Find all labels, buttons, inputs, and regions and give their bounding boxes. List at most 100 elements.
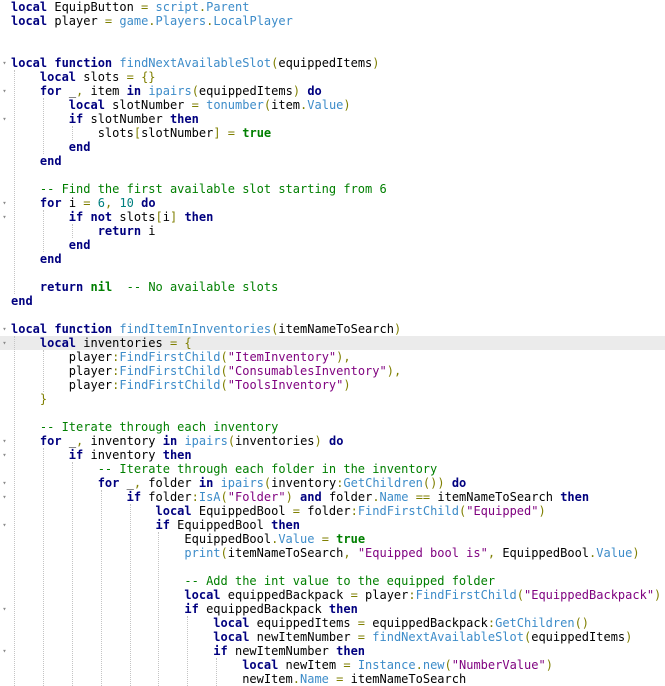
fold-toggle-icon[interactable]: ▾: [0, 644, 9, 658]
code-token: local: [68, 98, 105, 112]
fold-toggle-icon[interactable]: ▾: [0, 56, 9, 70]
code-token: if: [68, 448, 84, 462]
code-text: for _, folder in ipairs(inventory:GetChi…: [11, 476, 467, 490]
code-editor[interactable]: local EquipButton = script.Parent local p…: [0, 0, 665, 686]
fold-toggle-icon[interactable]: ▾: [0, 490, 9, 504]
code-token: ()): [422, 476, 445, 490]
fold-toggle-icon[interactable]: ▾: [0, 196, 9, 210]
code-line[interactable]: end: [0, 140, 665, 154]
code-line[interactable]: ▾ local inventories = {: [0, 336, 665, 350]
code-line[interactable]: local slotNumber = tonumber(item.Value): [0, 98, 665, 112]
code-line[interactable]: return nil -- No available slots: [0, 280, 665, 294]
code-line[interactable]: end: [0, 294, 665, 308]
code-line[interactable]: return i: [0, 224, 665, 238]
fold-toggle-icon[interactable]: ▾: [0, 518, 9, 532]
code-line[interactable]: }: [0, 392, 665, 406]
code-line[interactable]: player:FindFirstChild("ToolsInventory"): [0, 378, 665, 392]
code-token: then: [560, 490, 590, 504]
fold-toggle-icon[interactable]: ▾: [0, 476, 9, 490]
code-token: Value: [307, 98, 344, 112]
code-token: inventories: [76, 336, 170, 350]
code-line[interactable]: [0, 406, 665, 420]
code-line[interactable]: [0, 266, 665, 280]
indent-guide: [100, 490, 102, 686]
code-line[interactable]: end: [0, 238, 665, 252]
code-line[interactable]: local player = game.Players.LocalPlayer: [0, 14, 665, 28]
code-line[interactable]: ▾ for _, folder in ipairs(inventory:GetC…: [0, 476, 665, 490]
code-line[interactable]: ▾ for _, item in ipairs(equippedItems) d…: [0, 84, 665, 98]
indent-guide: [14, 336, 15, 686]
code-line[interactable]: player:FindFirstChild("ConsumablesInvent…: [0, 364, 665, 378]
code-token: nil: [90, 280, 113, 294]
code-token: equippedItems: [531, 630, 626, 644]
code-line[interactable]: end: [0, 252, 665, 266]
code-token: do: [141, 196, 156, 210]
code-token: FindFirstChild: [119, 364, 221, 378]
fold-toggle-icon[interactable]: ▾: [0, 84, 9, 98]
code-line[interactable]: ▾ local function findNextAvailableSlot(eq…: [0, 56, 665, 70]
code-token: GetChildren: [343, 476, 423, 490]
code-line[interactable]: local slots = {}: [0, 70, 665, 84]
code-token: ): [632, 546, 640, 560]
fold-toggle-icon[interactable]: ▾: [0, 210, 9, 224]
fold-toggle-icon[interactable]: ▾: [0, 602, 9, 616]
code-token: (: [220, 378, 228, 392]
code-token: "NumberValue": [451, 658, 546, 672]
code-line[interactable]: end: [0, 154, 665, 168]
code-token: ==: [415, 490, 431, 504]
code-line[interactable]: ▾ for _, inventory in ipairs(inventories…: [0, 434, 665, 448]
code-text: local EquipButton = script.Parent: [11, 0, 249, 14]
code-text: }: [11, 392, 47, 406]
code-token: then: [328, 602, 358, 616]
code-line[interactable]: [0, 168, 665, 182]
fold-toggle-icon[interactable]: ▾: [0, 448, 9, 462]
code-token: (: [444, 658, 452, 672]
code-token: in: [198, 476, 214, 490]
code-text: newItem.Name = itemNameToSearch: [11, 672, 466, 686]
code-token: =: [343, 658, 351, 672]
code-token: i: [162, 210, 170, 224]
indent-guide: [187, 616, 189, 686]
code-line[interactable]: player:FindFirstChild("ItemInventory"),: [0, 350, 665, 364]
code-token: FindFirstChild: [357, 504, 459, 518]
fold-toggle-icon[interactable]: ▾: [0, 336, 9, 350]
code-text: slots[slotNumber] = true: [11, 126, 271, 140]
code-token: (: [220, 364, 228, 378]
code-token: inventory: [83, 448, 163, 462]
code-token: [: [155, 210, 163, 224]
code-token: newItemNumber: [249, 630, 358, 644]
code-line[interactable]: local EquipButton = script.Parent: [0, 0, 665, 14]
code-line[interactable]: -- Iterate through each folder in the in…: [0, 462, 665, 476]
code-token: :: [487, 616, 496, 630]
code-token: slots: [112, 210, 156, 224]
code-line[interactable]: ▾ for i = 6, 10 do: [0, 196, 665, 210]
code-token: folder: [141, 490, 192, 504]
code-line[interactable]: -- Iterate through each inventory: [0, 420, 665, 434]
code-token: (: [227, 434, 236, 448]
fold-toggle-icon[interactable]: ▾: [0, 434, 9, 448]
code-token: ): [292, 84, 301, 98]
code-line[interactable]: ▾ if slotNumber then: [0, 112, 665, 126]
code-line[interactable]: [0, 28, 665, 42]
code-text: if not slots[i] then: [11, 210, 214, 224]
code-token: [: [133, 126, 142, 140]
code-line[interactable]: ▾ if inventory then: [0, 448, 665, 462]
code-line[interactable]: [0, 308, 665, 322]
code-token: game: [119, 14, 149, 28]
code-line[interactable]: [0, 42, 665, 56]
code-token: .: [292, 672, 300, 686]
code-line[interactable]: ▾ local function findItemInInventories(it…: [0, 322, 665, 336]
indent-guide: [71, 462, 73, 686]
code-line[interactable]: -- Find the first available slot startin…: [0, 182, 665, 196]
code-line[interactable]: ▾ if not slots[i] then: [0, 210, 665, 224]
fold-toggle-icon[interactable]: ▾: [0, 112, 9, 126]
fold-toggle-icon[interactable]: ▾: [0, 322, 9, 336]
code-line[interactable]: slots[slotNumber] = true: [0, 126, 665, 140]
